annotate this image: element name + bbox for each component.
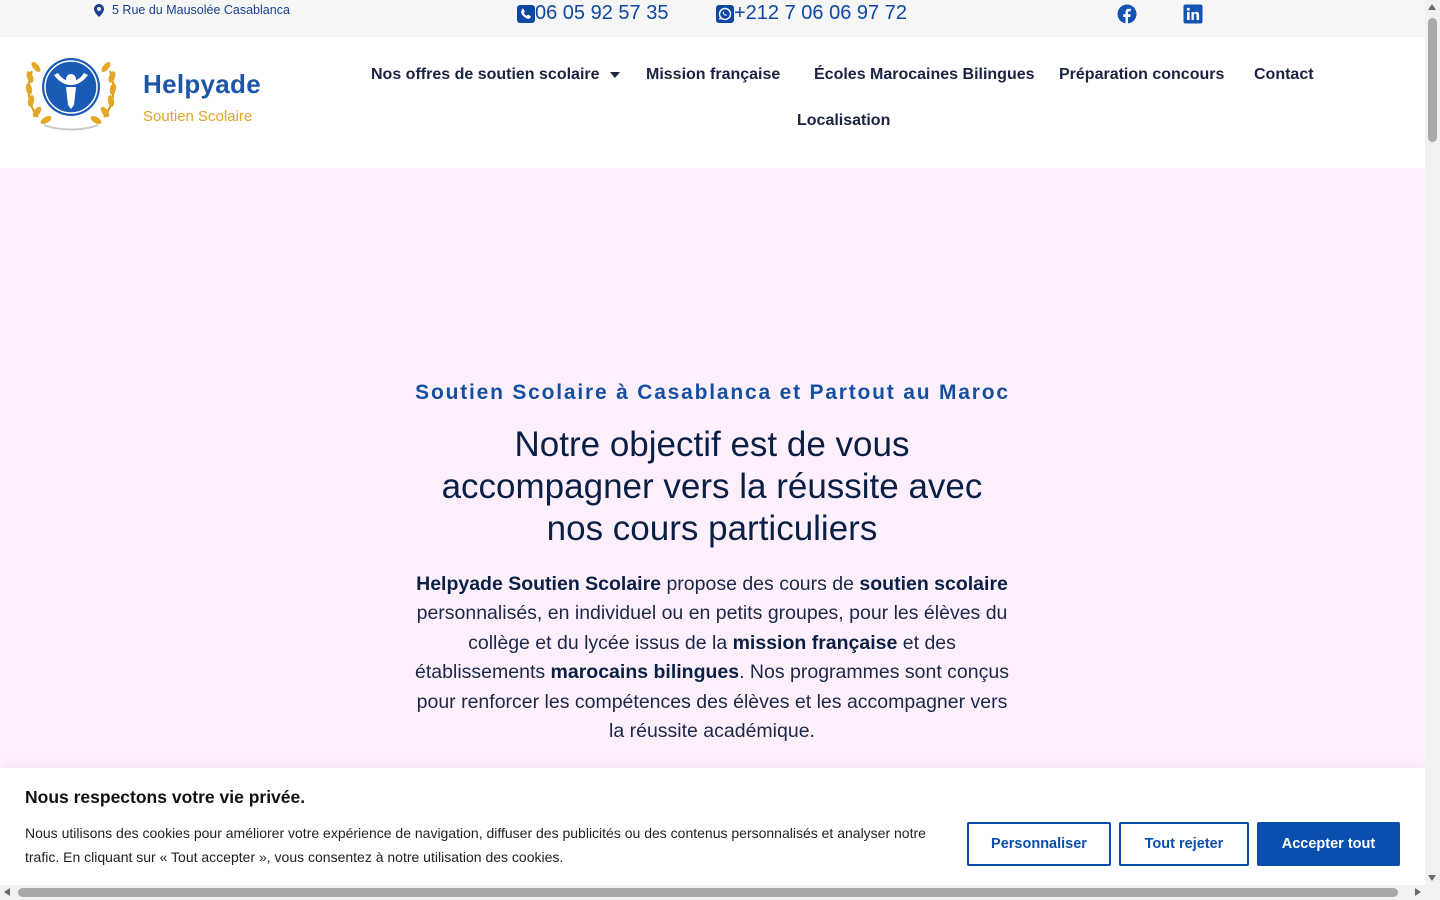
facebook-icon[interactable] [1117,4,1137,24]
scroll-left-arrow-icon[interactable] [4,888,10,896]
nav-localisation[interactable]: Localisation [797,112,890,130]
hero-headline: Notre objectif est de vous accompagner v… [441,425,983,548]
cookie-title: Nous respectons votre vie privée. [25,787,306,807]
nav-offres-label: Nos offres de soutien scolaire [371,66,600,83]
hero-kicker: Soutien Scolaire à Casablanca et Partout… [415,381,1010,404]
address-text: 5 Rue du Mausolée Casablanca [112,3,290,17]
phone-link[interactable]: 06 05 92 57 35 [517,2,668,25]
whatsapp-icon [716,4,734,23]
customize-button[interactable]: Personnaliser [967,822,1111,866]
phone-icon [517,4,535,23]
nav-mission-label: Mission française [646,66,781,83]
accept-all-button[interactable]: Accepter tout [1257,822,1400,866]
chevron-down-icon [609,72,620,78]
scroll-down-arrow-icon[interactable] [1428,875,1436,881]
map-pin-icon [94,3,104,17]
scroll-right-arrow-icon[interactable] [1415,888,1421,896]
reject-all-button[interactable]: Tout rejeter [1119,822,1249,866]
brand-name[interactable]: Helpyade [143,69,261,100]
scrollbar-corner [1425,885,1440,900]
phone-number: 06 05 92 57 35 [535,2,669,24]
nav-contact-label: Contact [1254,66,1314,83]
cookie-banner: Nous respectons votre vie privée. Nous u… [0,768,1425,885]
hero-intro: Helpyade Soutien Scolaire propose des co… [412,570,1012,746]
scroll-up-arrow-icon[interactable] [1428,4,1436,10]
intro-text-1: propose des cours de [661,573,860,595]
nav-offres[interactable]: Nos offres de soutien scolaire [371,66,620,84]
intro-strong-2: soutien scolaire [859,573,1008,595]
hero-section: Soutien Scolaire à Casablanca et Partout… [0,168,1425,768]
top-bar: 5 Rue du Mausolée Casablanca 06 05 92 57… [0,0,1425,37]
brand-tagline: Soutien Scolaire [143,108,253,125]
logo-icon[interactable] [24,47,118,131]
intro-strong-1: Helpyade Soutien Scolaire [416,573,662,595]
nav-concours-label: Préparation concours [1059,66,1225,83]
vertical-scrollbar[interactable] [1425,0,1440,885]
intro-strong-4: marocains bilingues [550,661,740,684]
horizontal-scroll-thumb[interactable] [18,888,1398,897]
address[interactable]: 5 Rue du Mausolée Casablanca [94,3,290,17]
nav-contact[interactable]: Contact [1254,66,1314,84]
horizontal-scrollbar[interactable] [0,885,1440,900]
whatsapp-link[interactable]: +212 7 06 06 97 72 [716,2,907,25]
vertical-scroll-thumb[interactable] [1428,18,1437,142]
nav-mission-francaise[interactable]: Mission française [646,66,780,84]
cookie-text: Nous utilisons des cookies pour améliore… [25,825,926,865]
nav-localisation-label: Localisation [797,112,891,129]
linkedin-icon[interactable] [1183,4,1203,24]
whatsapp-number: +212 7 06 06 97 72 [734,2,907,24]
site-header: Helpyade Soutien Scolaire Nos offres de … [0,37,1425,168]
nav-ecoles-label: Écoles Marocaines Bilingues [814,66,1035,83]
nav-ecoles-bilingues[interactable]: Écoles Marocaines Bilingues [814,66,1035,84]
intro-strong-3: mission française [732,631,898,654]
nav-preparation-concours[interactable]: Préparation concours [1059,66,1224,84]
